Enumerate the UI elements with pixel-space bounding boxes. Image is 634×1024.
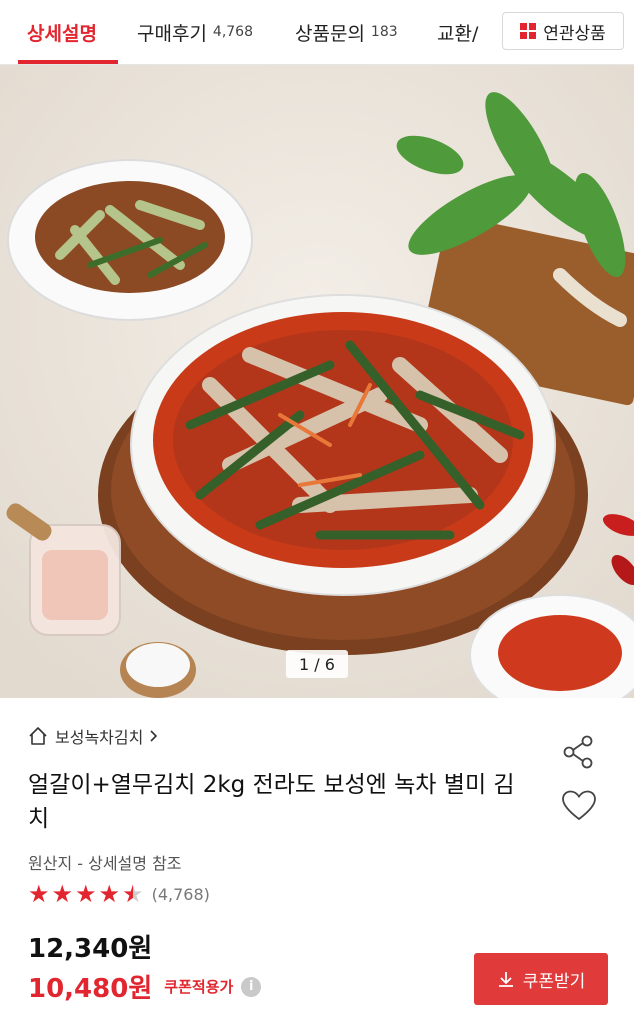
star-icon: ★ (51, 880, 74, 908)
related-products-label: 연관상품 (543, 23, 606, 44)
tab-inquiries-label: 상품문의 (295, 22, 365, 45)
review-count: (4,768) (151, 884, 210, 904)
original-price: 12,340원 (28, 934, 153, 964)
origin-info: 원산지 - 상세설명 참조 (28, 854, 182, 873)
tab-inquiries-count: 183 (370, 24, 398, 40)
sale-price-row: 10,480원 쿠폰적용가 i (28, 968, 262, 1005)
star-icon: ★ (75, 880, 97, 908)
sale-price: 10,480원 (28, 974, 153, 1004)
chevron-right-icon (150, 730, 158, 742)
star-icon: ★ (28, 880, 50, 908)
tab-exchange-label: 교환/ (437, 22, 479, 45)
grid-icon (520, 23, 537, 39)
tab-reviews-label: 구매후기 (137, 22, 207, 45)
store-name: 보성녹차김치 (55, 728, 144, 747)
download-icon (498, 972, 513, 987)
half-star-icon: ★ (122, 880, 144, 908)
home-icon (29, 727, 47, 745)
product-image[interactable] (0, 65, 634, 698)
info-icon[interactable]: i (241, 976, 262, 997)
star-icon: ★ (98, 880, 121, 908)
product-title: 얼갈이+열무김치 2kg 전라도 보성엔 녹차 별미 김치 (28, 772, 515, 832)
get-coupon-button[interactable]: 쿠폰받기 (474, 953, 608, 1005)
image-counter: 1 / 6 (286, 650, 348, 678)
wishlist-button[interactable] (561, 790, 597, 826)
tab-details[interactable]: 상세설명 (27, 0, 97, 64)
rating[interactable]: ★ ★ ★ ★ ★ (4,768) (28, 882, 210, 906)
get-coupon-label: 쿠폰받기 (522, 971, 586, 992)
tab-bar: 상세설명 구매후기 4,768 상품문의 183 교환/ 연관상품 (0, 0, 634, 65)
share-button[interactable] (561, 734, 597, 774)
coupon-price-label: 쿠폰적용가 (164, 978, 234, 996)
share-icon (563, 735, 593, 769)
store-link[interactable]: 보성녹차김치 (28, 724, 167, 748)
tab-details-label: 상세설명 (27, 22, 97, 45)
heart-icon (562, 790, 596, 821)
active-tab-indicator (18, 60, 118, 64)
tab-reviews[interactable]: 구매후기 4,768 (137, 0, 253, 64)
related-products-button[interactable]: 연관상품 (502, 12, 624, 50)
tab-exchange[interactable]: 교환/ (437, 0, 478, 64)
tab-reviews-count: 4,768 (212, 24, 254, 40)
tab-inquiries[interactable]: 상품문의 183 (295, 0, 398, 64)
kimchi-photo (0, 65, 634, 698)
